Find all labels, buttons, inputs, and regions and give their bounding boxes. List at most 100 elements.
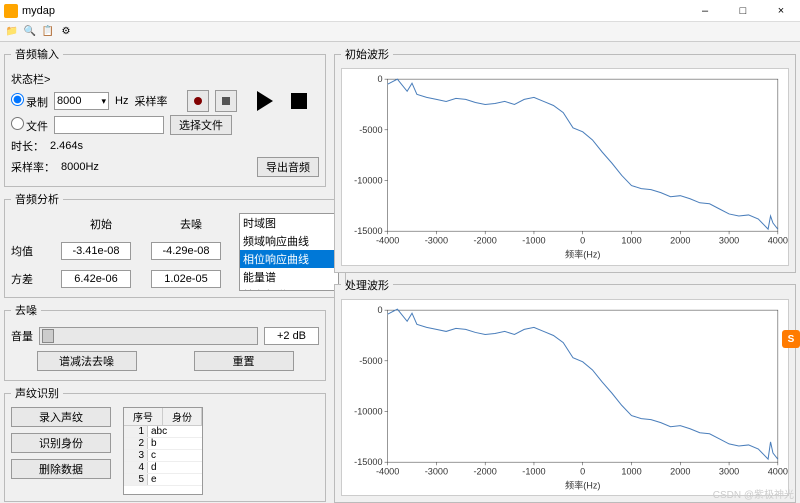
minimize-button[interactable]: – (690, 5, 720, 17)
chart-initial: -4000-3000-2000-1000010002000300040000-5… (341, 68, 789, 266)
enroll-button[interactable]: 录入声纹 (11, 407, 111, 427)
export-button[interactable]: 导出音频 (257, 157, 319, 177)
svg-text:-4000: -4000 (376, 235, 399, 245)
list-item[interactable]: 频域响应曲线 (240, 232, 338, 250)
col-initial: 初始 (61, 216, 141, 232)
col-denoised: 去噪 (151, 216, 231, 232)
svg-text:-5000: -5000 (359, 355, 382, 365)
var-denoised[interactable] (151, 270, 221, 288)
chart1-group: 初始波形 -4000-3000-2000-1000010002000300040… (334, 46, 796, 273)
duration-label: 时长： (11, 138, 44, 154)
svg-text:频率(Hz): 频率(Hz) (565, 249, 600, 260)
analysis-group: 音频分析 初始 去噪 均值 方差 时域图频域响应曲线相位响应曲线能量谱帧布频谱图… (4, 191, 346, 298)
chart2-legend: 处理波形 (341, 277, 393, 293)
svg-text:-10000: -10000 (354, 406, 382, 416)
svg-text:0: 0 (377, 305, 382, 315)
svg-text:-2000: -2000 (474, 466, 497, 476)
tool-icon-4[interactable]: ⚙ (58, 24, 74, 40)
identify-button[interactable]: 识别身份 (11, 433, 111, 453)
var-initial[interactable] (61, 270, 131, 288)
svg-text:-10000: -10000 (354, 176, 382, 186)
svg-text:0: 0 (580, 235, 585, 245)
svg-text:0: 0 (580, 466, 585, 476)
play-button[interactable] (257, 91, 273, 111)
identity-table[interactable]: 序号身份 1abc2b3c4d5e (123, 407, 203, 495)
svg-text:3000: 3000 (719, 235, 739, 245)
chart2-group: 处理波形 -4000-3000-2000-1000010002000300040… (334, 277, 796, 503)
svg-text:-5000: -5000 (359, 125, 382, 135)
svg-text:1000: 1000 (621, 466, 641, 476)
ime-icon[interactable]: S (782, 330, 800, 348)
volume-value[interactable] (264, 327, 319, 345)
srate-value: 8000Hz (61, 161, 99, 173)
denoise-group: 去噪 音量 谱减法去噪 重置 (4, 302, 326, 381)
table-row[interactable]: 5e (124, 474, 202, 486)
plot-type-listbox[interactable]: 时域图频域响应曲线相位响应曲线能量谱帧布频谱图音压曲线 (239, 213, 339, 291)
svg-text:-4000: -4000 (376, 466, 399, 476)
svg-text:4000: 4000 (768, 466, 788, 476)
status-label: 状态栏> (11, 71, 50, 87)
volume-slider[interactable] (39, 327, 258, 345)
window-title: mydap (22, 5, 690, 17)
chart1-legend: 初始波形 (341, 46, 393, 62)
svg-text:2000: 2000 (670, 466, 690, 476)
table-row[interactable]: 2b (124, 438, 202, 450)
table-row[interactable]: 4d (124, 462, 202, 474)
file-radio[interactable]: 文件 (11, 117, 48, 134)
svg-text:-15000: -15000 (354, 457, 382, 467)
svg-text:频率(Hz): 频率(Hz) (565, 479, 600, 490)
svg-text:-1000: -1000 (522, 466, 545, 476)
analysis-legend: 音频分析 (11, 191, 63, 207)
svg-text:-2000: -2000 (474, 235, 497, 245)
samplerate-dropdown[interactable]: 8000 (54, 92, 109, 110)
svg-text:-3000: -3000 (425, 466, 448, 476)
list-item[interactable]: 时域图 (240, 214, 338, 232)
table-row[interactable]: 1abc (124, 426, 202, 438)
tool-icon-2[interactable]: 🔍 (22, 24, 38, 40)
choose-file-button[interactable]: 选择文件 (170, 115, 232, 135)
list-item[interactable]: 相位响应曲线 (240, 250, 338, 268)
mean-initial[interactable] (61, 242, 131, 260)
svg-text:1000: 1000 (621, 235, 641, 245)
svg-text:0: 0 (377, 74, 382, 84)
toolbar: 📁 🔍 📋 ⚙ (0, 22, 800, 42)
var-label: 方差 (11, 271, 51, 287)
svg-text:3000: 3000 (719, 466, 739, 476)
record-radio[interactable]: 录制 (11, 93, 48, 110)
volume-label: 音量 (11, 328, 33, 344)
app-icon (4, 4, 18, 18)
list-item[interactable]: 帧布频谱图 (240, 286, 338, 291)
audio-input-group: 音频输入 状态栏> 录制 8000 Hz 采样率 文件 选择文件 时长： 2.46… (4, 46, 326, 187)
close-button[interactable]: × (766, 5, 796, 17)
maximize-button[interactable]: □ (728, 5, 758, 17)
srate-label: 采样率： (11, 159, 55, 175)
tool-icon-3[interactable]: 📋 (40, 24, 56, 40)
reset-button[interactable]: 重置 (194, 351, 294, 371)
record-button[interactable] (187, 90, 209, 112)
titlebar: mydap – □ × (0, 0, 800, 22)
sr-label: 采样率 (134, 93, 167, 109)
recognition-group: 声纹识别 录入声纹 识别身份 删除数据 序号身份 1abc2b3c4d5e (4, 385, 326, 502)
list-item[interactable]: 能量谱 (240, 268, 338, 286)
delete-button[interactable]: 删除数据 (11, 459, 111, 479)
recognition-legend: 声纹识别 (11, 385, 63, 401)
chart-processed: -4000-3000-2000-1000010002000300040000-5… (341, 299, 789, 497)
denoise-method-button[interactable]: 谱减法去噪 (37, 351, 137, 371)
svg-text:4000: 4000 (768, 235, 788, 245)
mean-denoised[interactable] (151, 242, 221, 260)
table-row[interactable]: 3c (124, 450, 202, 462)
svg-text:-15000: -15000 (354, 226, 382, 236)
stop-button[interactable] (291, 93, 307, 109)
svg-text:-1000: -1000 (522, 235, 545, 245)
denoise-legend: 去噪 (11, 302, 41, 318)
watermark: CSDN @紫极神光 (713, 486, 794, 501)
tool-icon-1[interactable]: 📁 (4, 24, 20, 40)
duration-value: 2.464s (50, 140, 83, 152)
svg-text:-3000: -3000 (425, 235, 448, 245)
hz-label: Hz (115, 95, 128, 107)
mean-label: 均值 (11, 243, 51, 259)
stop-rec-button[interactable] (215, 90, 237, 112)
svg-text:2000: 2000 (670, 235, 690, 245)
audio-input-legend: 音频输入 (11, 46, 63, 62)
file-input[interactable] (54, 116, 164, 134)
